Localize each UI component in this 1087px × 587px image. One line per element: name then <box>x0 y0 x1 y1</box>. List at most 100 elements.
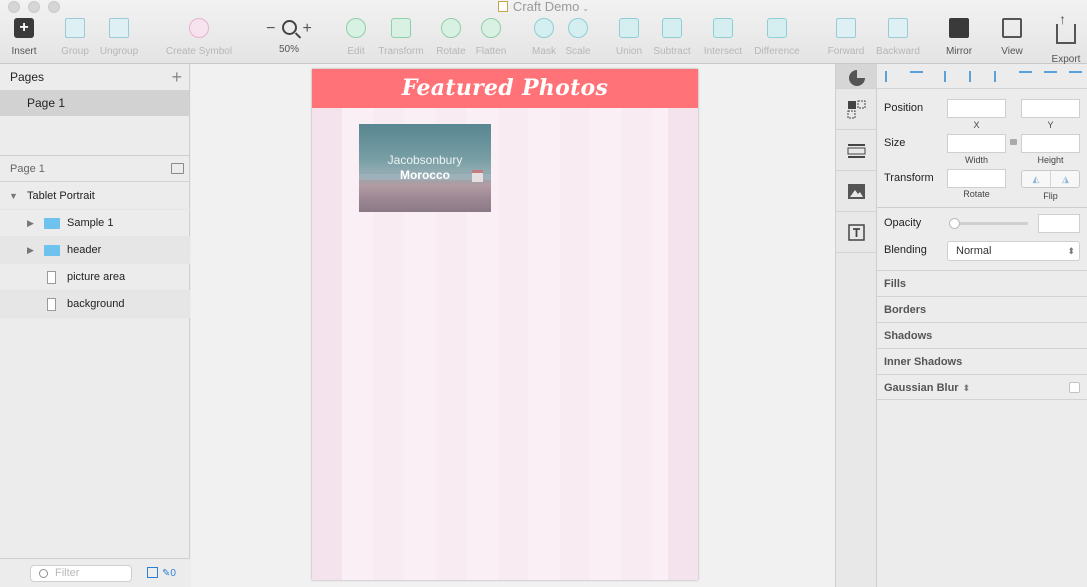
scale-button[interactable]: Scale <box>562 18 594 62</box>
divider <box>877 207 1087 208</box>
rotate-field[interactable] <box>947 169 1006 188</box>
layer-artboard-tablet-portrait[interactable]: ▼ Tablet Portrait <box>0 183 190 210</box>
mirror-button[interactable]: Mirror <box>940 18 978 62</box>
symbols-filter-icon[interactable] <box>147 567 158 578</box>
union-button[interactable]: Union <box>612 18 646 62</box>
featured-photos-title: Featured Photos <box>401 75 609 101</box>
layer-item-background[interactable]: background <box>0 291 190 318</box>
tab-appearance[interactable] <box>836 131 877 171</box>
align-right-icon[interactable] <box>994 71 1007 82</box>
subtract-button[interactable]: Subtract <box>648 18 696 62</box>
height-field[interactable] <box>1021 134 1080 153</box>
opacity-field[interactable] <box>1038 214 1080 233</box>
view-button[interactable]: View <box>993 18 1031 62</box>
filter-input[interactable]: Filter <box>30 565 132 582</box>
position-x-field[interactable] <box>947 99 1006 118</box>
filter-options[interactable]: ✎0 <box>147 567 176 579</box>
align-center-icon[interactable] <box>969 71 982 82</box>
distribute-horizontal-icon[interactable] <box>885 71 898 82</box>
add-page-button[interactable]: + <box>171 64 182 90</box>
union-icon <box>619 18 639 38</box>
align-bottom-icon[interactable] <box>1069 71 1082 82</box>
layout-icon <box>847 100 866 119</box>
flip-horizontal-button[interactable]: ◭ <box>1022 171 1051 187</box>
position-label: Position <box>884 102 924 114</box>
position-y-field[interactable] <box>1021 99 1080 118</box>
flatten-button[interactable]: Flatten <box>472 18 510 62</box>
align-middle-icon[interactable] <box>1044 71 1057 82</box>
chevron-down-icon[interactable]: ⌄ <box>582 4 589 13</box>
opacity-slider[interactable] <box>951 222 1028 225</box>
grid-column <box>312 69 342 580</box>
blending-select[interactable]: Normal ⬍ <box>947 241 1080 261</box>
ungroup-button[interactable]: Ungroup <box>96 18 142 62</box>
lock-icon[interactable] <box>1010 139 1017 145</box>
grid-column <box>668 69 698 580</box>
zoom-control: − + 50% <box>258 20 320 55</box>
mask-icon <box>534 18 554 38</box>
edit-icon <box>346 18 366 38</box>
mask-button[interactable]: Mask <box>528 18 560 62</box>
filter-count: 0 <box>170 568 176 579</box>
header-bar[interactable]: Featured Photos <box>312 69 698 108</box>
inner-shadows-section[interactable]: Inner Shadows <box>877 348 1087 374</box>
window-title: Craft Demo ⌄ <box>0 0 1087 14</box>
difference-icon <box>767 18 787 38</box>
backward-button[interactable]: Backward <box>872 18 924 62</box>
photo-card[interactable]: Jacobsonbury Morocco <box>359 124 491 212</box>
grid-column <box>498 69 528 580</box>
fills-section[interactable]: Fills <box>877 270 1087 296</box>
layer-item-header[interactable]: ▶ header <box>0 237 190 264</box>
canvas[interactable]: Featured Photos Jacobsonbury Morocco <box>191 64 835 587</box>
transform-button[interactable]: Transform <box>374 18 428 62</box>
subtract-icon <box>662 18 682 38</box>
borders-section[interactable]: Borders <box>877 296 1087 322</box>
send-backward-icon <box>888 18 908 38</box>
magnifier-icon[interactable] <box>281 20 297 35</box>
forward-button[interactable]: Forward <box>824 18 868 62</box>
gaussian-blur-checkbox[interactable] <box>1069 382 1080 393</box>
blending-label: Blending <box>884 244 927 256</box>
artboard-tablet-portrait[interactable]: Featured Photos Jacobsonbury Morocco <box>312 69 698 580</box>
flip-vertical-button[interactable]: ◮ <box>1051 171 1080 187</box>
opacity-slider-handle[interactable] <box>949 218 960 229</box>
grid-column <box>622 69 652 580</box>
style-icon <box>849 70 865 86</box>
difference-button[interactable]: Difference <box>750 18 804 62</box>
collapse-icon[interactable] <box>171 163 184 174</box>
tab-layout[interactable] <box>836 90 877 130</box>
shadows-section[interactable]: Shadows <box>877 322 1087 348</box>
group-button[interactable]: Group <box>58 18 92 62</box>
edit-button[interactable]: Edit <box>340 18 372 62</box>
insert-button[interactable]: + Insert <box>6 18 42 62</box>
intersect-button[interactable]: Intersect <box>700 18 746 62</box>
width-field[interactable] <box>947 134 1006 153</box>
disclosure-closed-icon[interactable]: ▶ <box>27 237 34 264</box>
disclosure-closed-icon[interactable]: ▶ <box>27 210 34 237</box>
plus-icon: + <box>14 18 34 38</box>
zoom-out-button[interactable]: − <box>266 20 275 37</box>
tab-text[interactable] <box>836 213 877 253</box>
distribute-vertical-icon[interactable] <box>910 71 923 82</box>
tab-style[interactable] <box>836 64 877 89</box>
filter-bar: Filter ✎0 <box>0 558 190 587</box>
page-item-page-1[interactable]: Page 1 <box>0 90 189 116</box>
zoom-in-button[interactable]: + <box>303 20 312 37</box>
create-symbol-button[interactable]: Create Symbol <box>160 18 238 62</box>
updown-chevron-icon[interactable]: ⬍ <box>963 383 971 393</box>
rotate-button[interactable]: Rotate <box>432 18 470 62</box>
tab-image[interactable] <box>836 172 877 212</box>
disclosure-open-icon[interactable]: ▼ <box>9 183 18 210</box>
layer-item-sample-1[interactable]: ▶ Sample 1 <box>0 210 190 237</box>
export-button[interactable]: Export <box>1047 11 1085 65</box>
scale-icon <box>568 18 588 38</box>
flatten-icon <box>481 18 501 38</box>
text-icon <box>848 224 865 241</box>
align-top-icon[interactable] <box>1019 71 1032 82</box>
layer-item-picture-area[interactable]: picture area <box>0 264 190 291</box>
layers-page-header: Page 1 <box>0 156 190 182</box>
photo-country-label: Morocco <box>399 168 450 182</box>
align-left-icon[interactable] <box>944 71 957 82</box>
gaussian-blur-section[interactable]: Gaussian Blur ⬍ <box>877 374 1087 400</box>
x-label: X <box>973 120 980 130</box>
